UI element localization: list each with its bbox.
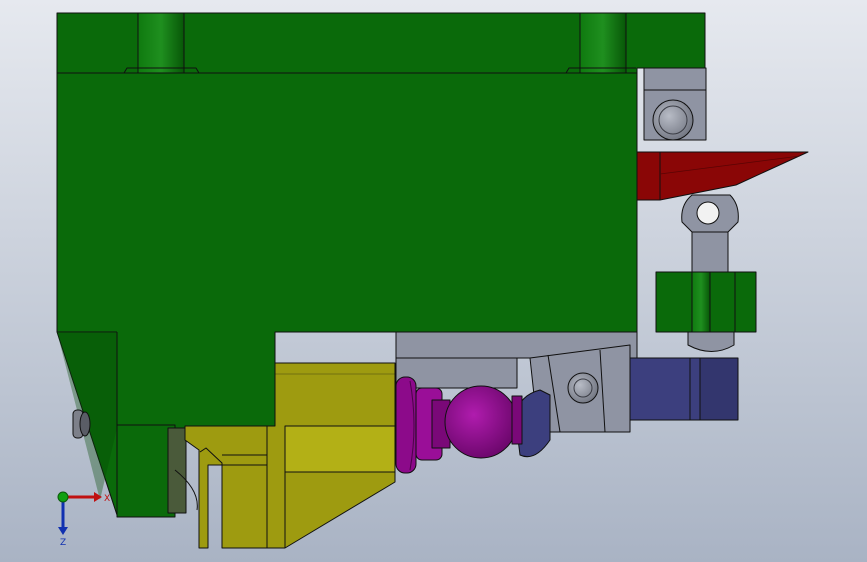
mount-bolt-head (567, 372, 599, 404)
z-axis-label: Z (60, 538, 66, 548)
z-axis-arrow (58, 527, 68, 535)
cad-viewport[interactable]: X Z (0, 0, 867, 562)
y-axis-dot (57, 491, 69, 503)
x-axis-label: X (104, 494, 110, 504)
coordinate-triad: X Z (57, 491, 110, 548)
ball-joint-flange (395, 376, 417, 474)
eye-pin-hole (696, 201, 720, 225)
top-cap-plate[interactable] (56, 12, 706, 74)
upper-clamp-block[interactable] (637, 67, 707, 141)
cap-column-right (579, 12, 627, 74)
red-blade[interactable] (636, 151, 809, 201)
cap-column-left (137, 12, 185, 74)
purple-ball-joint[interactable] (395, 376, 523, 474)
left-bolt[interactable] (72, 409, 91, 439)
navy-cylinder[interactable] (629, 357, 739, 421)
eye-pin-tip (687, 331, 735, 352)
assembly-scene[interactable]: X Z (0, 0, 867, 562)
ball-joint-sphere (444, 385, 518, 459)
green-clamp-collar[interactable] (655, 271, 757, 333)
